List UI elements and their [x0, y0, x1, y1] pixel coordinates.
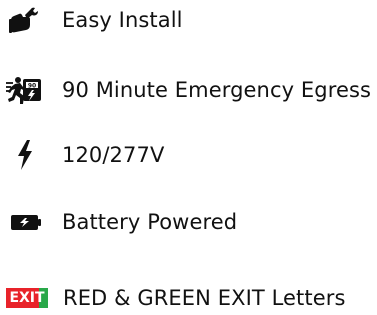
- feature-label: RED & GREEN EXIT Letters: [63, 286, 346, 310]
- feature-label: Easy Install: [62, 8, 183, 32]
- hand-wrench-icon: [8, 5, 38, 35]
- exit-sign-icon: EXIT: [5, 288, 49, 308]
- feature-item-battery: Battery Powered: [0, 205, 377, 239]
- feature-label: Battery Powered: [62, 210, 238, 234]
- feature-item-emergency-egress: 90 90 Minute Emergency Egress: [0, 73, 377, 107]
- feature-label: 90 Minute Emergency Egress: [62, 78, 372, 102]
- feature-label: 120/277V: [62, 143, 165, 167]
- lightning-bolt-icon: [14, 140, 36, 170]
- feature-item-voltage: 120/277V: [0, 138, 377, 172]
- feature-item-exit-letters: EXIT RED & GREEN EXIT Letters: [0, 281, 377, 315]
- feature-list: Easy Install 90 90 Minute Emergency Egre…: [0, 0, 377, 312]
- svg-text:90: 90: [28, 83, 36, 90]
- battery-charging-icon: [10, 212, 42, 232]
- running-person-exit-icon: 90: [6, 74, 44, 106]
- exit-sign-text: EXIT: [9, 290, 45, 306]
- exit-sign-box: EXIT: [6, 288, 48, 308]
- feature-item-easy-install: Easy Install: [0, 3, 377, 37]
